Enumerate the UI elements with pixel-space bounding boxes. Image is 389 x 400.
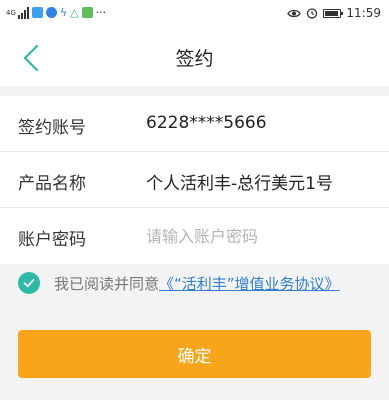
password-input[interactable]: [146, 220, 366, 252]
chat-app-icon: [31, 7, 43, 18]
triangle-app-icon: △: [70, 6, 79, 19]
flash-icon: ϟ: [59, 6, 68, 19]
network-type: 4G: [6, 8, 16, 17]
product-label: 产品名称: [18, 174, 86, 194]
password-row: 账户密码: [0, 208, 389, 264]
notepad-app-icon: [81, 7, 93, 18]
password-label: 账户密码: [18, 230, 86, 250]
agreement-text: 我已阅读并同意: [54, 274, 160, 293]
alarm-icon: [307, 8, 318, 19]
product-row: 产品名称 个人活利丰-总行美元1号: [0, 152, 389, 208]
clock: 11:59: [346, 6, 381, 20]
status-right: 11:59: [287, 6, 381, 20]
status-bar: 4G ϟ △ ··· 11:59: [0, 0, 389, 30]
account-label: 签约账号: [18, 118, 86, 138]
confirm-button[interactable]: 确定: [18, 330, 371, 378]
overflow-indicator: ···: [95, 6, 107, 19]
nav-bar: 签约: [0, 30, 389, 86]
product-value: 个人活利丰-总行美元1号: [146, 174, 333, 194]
sign-form: 签约账号 6228****5666 产品名称 个人活利丰-总行美元1号 账户密码: [0, 96, 389, 264]
agreement-row: 我已阅读并同意 《“活利丰”增值业务协议》: [18, 271, 378, 295]
signal-icon: [17, 6, 29, 19]
account-row: 签约账号 6228****5666: [0, 96, 389, 152]
battery-icon: [323, 8, 344, 18]
page-title: 签约: [175, 48, 214, 70]
checkmark-icon: [23, 278, 35, 288]
eye-icon: [287, 9, 302, 17]
browser-app-icon: [45, 7, 57, 18]
status-left: 4G ϟ △ ···: [6, 6, 106, 19]
agreement-link[interactable]: 《“活利丰”增值业务协议》: [159, 273, 340, 294]
account-value: 6228****5666: [146, 113, 267, 133]
agree-checkbox[interactable]: [18, 272, 40, 294]
